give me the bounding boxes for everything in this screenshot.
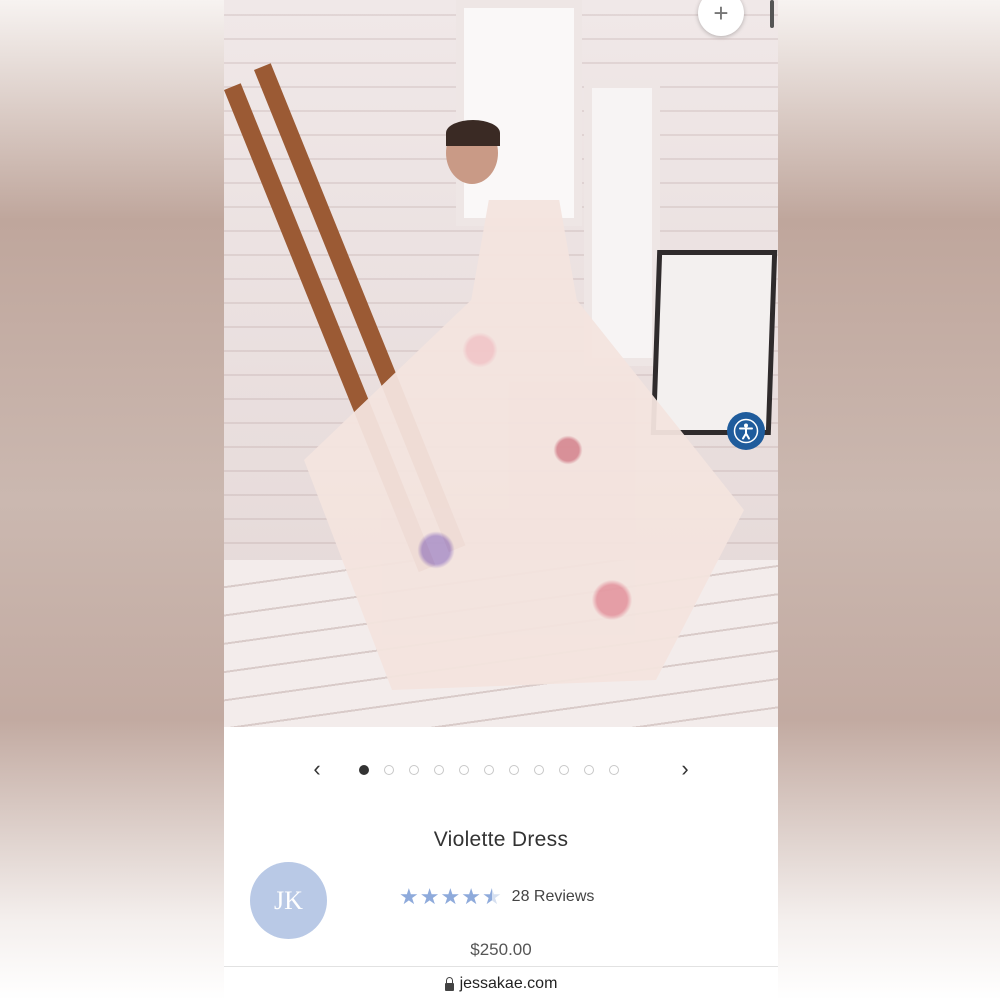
phone-screen: + ‹ › Violette Dress JK ★ ★ ★ ★ ★ 28 Reviews… xyxy=(224,0,778,1000)
product-price: $250.00 xyxy=(470,940,532,959)
carousel-dot[interactable] xyxy=(609,765,619,775)
carousel-dot[interactable] xyxy=(509,765,519,775)
carousel-dot[interactable] xyxy=(484,765,494,775)
carousel-dot[interactable] xyxy=(584,765,594,775)
star-rating: ★ ★ ★ ★ ★ xyxy=(399,886,502,908)
product-photo[interactable]: + xyxy=(224,0,778,727)
carousel-dot[interactable] xyxy=(534,765,544,775)
product-title: Violette Dress xyxy=(433,828,569,851)
blurred-background-right xyxy=(778,0,1000,1000)
product-rating[interactable]: ★ ★ ★ ★ ★ 28 Reviews xyxy=(399,886,594,908)
blurred-background-left xyxy=(0,0,224,1000)
reviews-link[interactable]: 28 Reviews xyxy=(512,888,595,906)
carousel-dot[interactable] xyxy=(459,765,469,775)
star-icon: ★ xyxy=(481,884,502,909)
chevron-right-icon[interactable]: › xyxy=(673,756,697,782)
scroll-indicator xyxy=(770,0,774,28)
star-icon: ★ xyxy=(461,884,481,909)
star-icon: ★ xyxy=(419,884,440,909)
image-carousel: ‹ › xyxy=(224,752,778,788)
star-icon: ★ xyxy=(399,884,419,909)
brand-logo: JK xyxy=(250,862,327,939)
accessibility-icon[interactable] xyxy=(727,412,765,450)
carousel-dot[interactable] xyxy=(384,765,394,775)
model-hair xyxy=(446,120,500,146)
window xyxy=(456,0,582,226)
chevron-left-icon[interactable]: ‹ xyxy=(305,756,329,782)
carousel-dot[interactable] xyxy=(559,765,569,775)
carousel-dot[interactable] xyxy=(434,765,444,775)
carousel-dots xyxy=(359,765,619,775)
star-icon: ★ xyxy=(440,884,461,909)
carousel-dot[interactable] xyxy=(409,765,419,775)
browser-url-bar[interactable]: jessakae.com xyxy=(224,966,778,1000)
url-text: jessakae.com xyxy=(459,975,558,992)
window xyxy=(584,80,660,366)
carousel-dot[interactable] xyxy=(359,765,369,775)
lock-icon xyxy=(444,977,454,991)
mirror xyxy=(650,250,778,435)
accessibility-person-icon xyxy=(733,418,759,444)
